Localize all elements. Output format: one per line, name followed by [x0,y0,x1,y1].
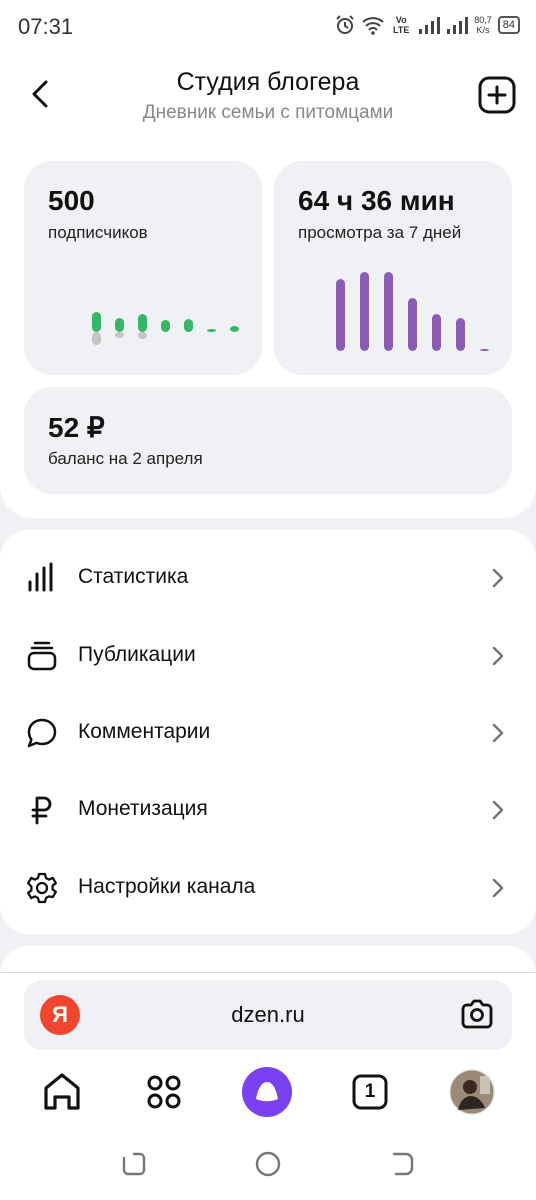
menu-item-label: Настройки канала [78,875,256,898]
status-icons: Vo LTE 80,7 K/s 84 [334,14,520,36]
menu-item-label: Статистика [78,565,189,588]
add-publication-button[interactable] [478,76,516,114]
views-bar [480,349,489,351]
subscribers-gain-bar [161,320,170,332]
subscribers-gain-bar [92,312,101,332]
subscribers-gain-bar [207,329,216,332]
balance-card[interactable]: 52 ₽ баланс на 2 апреля [24,387,512,494]
comments-icon [27,718,57,748]
menu-item-label: Комментарии [78,720,211,743]
chevron-right-icon [492,646,504,666]
chevron-right-icon [492,723,504,743]
subscribers-chart [92,312,239,345]
blogger-studio-header: Студия блогера Дневник семьи с питомцами… [0,56,536,518]
views-bar [456,318,465,351]
page-title: Студия блогера [176,68,360,96]
chevron-right-icon [492,800,504,820]
subscribers-gain-bar [230,326,239,332]
views-bar [432,314,441,351]
subscribers-gain-bar [115,318,124,332]
menu-item-statistics[interactable]: Статистика [0,540,536,616]
status-bar: 07:31 Vo LTE 80,7 K/s 84 [0,0,536,56]
publications-icon [27,641,57,671]
network-type: Vo LTE [393,15,410,35]
ruble-icon [31,796,52,825]
network-speed: 80,7 K/s [474,15,492,35]
menu-item-comments[interactable]: Комментарии [0,695,536,771]
page-subtitle: Дневник семьи с питомцами [142,102,394,123]
wifi-icon [362,17,384,35]
subscribers-loss-bar [92,332,101,345]
divider [0,972,536,973]
tabs-count: 1 [364,1081,376,1102]
menu-item-label: Монетизация [78,797,208,820]
subscribers-gain-bar [138,314,147,332]
subscribers-card[interactable]: 500 подписчиков [24,161,262,375]
home-button-icon[interactable] [252,1148,284,1180]
recent-apps-icon[interactable] [118,1148,150,1180]
camera-search-icon[interactable] [458,996,496,1034]
settings-icon [27,872,57,904]
studio-menu: Статистика Публикации Комментарии Монети… [0,530,536,934]
menu-item-channel-settings[interactable]: Настройки канала [0,850,536,926]
views-bar [360,272,369,351]
chevron-right-icon [492,568,504,588]
chevron-right-icon [492,878,504,898]
subscribers-loss-bar [138,332,147,339]
url-text[interactable]: dzen.ru [24,1002,512,1028]
menu-item-monetization[interactable]: Монетизация [0,772,536,848]
views-bar [384,272,393,351]
back-button-icon[interactable] [386,1148,418,1180]
profile-avatar[interactable] [448,1068,496,1116]
status-time: 07:31 [18,14,74,39]
alarm-icon [336,15,354,34]
balance-amount: 52 ₽ [48,412,105,443]
apps-grid-icon[interactable] [140,1068,188,1116]
balance-label: баланс на 2 апреля [48,449,203,468]
tabs-button[interactable]: 1 [346,1068,394,1116]
views-card[interactable]: 64 ч 36 мин просмотра за 7 дней [274,161,512,375]
views-bar [408,298,417,351]
menu-item-label: Публикации [78,643,196,666]
alice-assistant-icon[interactable] [242,1067,292,1117]
subscribers-loss-bar [115,332,124,338]
statistics-icon [28,562,53,592]
menu-item-publications[interactable]: Публикации [0,618,536,694]
battery-indicator: 84 [497,16,520,34]
subscribers-gain-bar [184,319,193,332]
address-bar[interactable]: Я dzen.ru [24,980,512,1050]
signal-icon [419,17,441,34]
views-chart [336,272,489,351]
home-icon[interactable] [38,1068,86,1116]
signal-icon-2 [447,17,469,34]
views-bar [336,279,345,351]
